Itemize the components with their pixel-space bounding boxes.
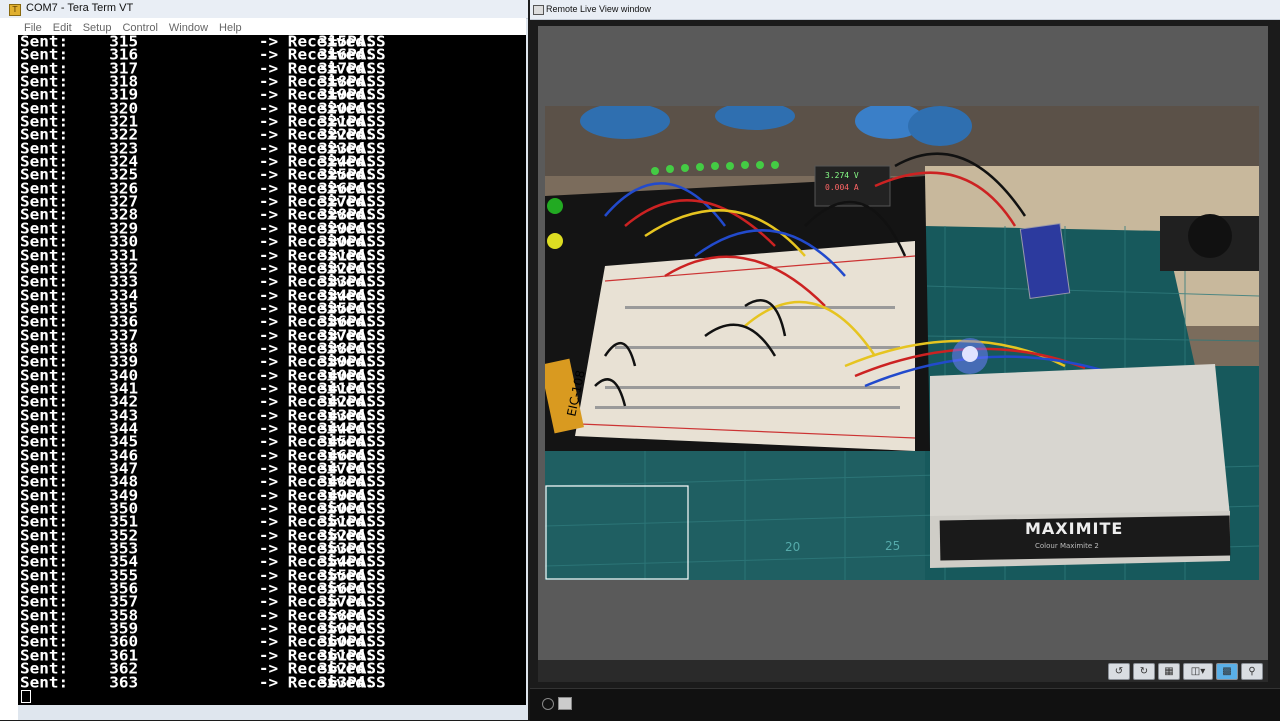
snapshot-icon[interactable]	[558, 697, 572, 710]
terminal-output[interactable]: Sent: 315 -> Received: 315 = PASS Sent: 3…	[18, 35, 526, 705]
view-icon[interactable]: ▩	[1216, 663, 1238, 680]
menu-setup[interactable]: Setup	[77, 20, 117, 34]
camera-photo: 20 25 EIC-108 3.274 V 0.004 A MAXIMITE C…	[545, 106, 1259, 580]
menu-file[interactable]: File	[18, 20, 47, 34]
voltmeter-current: 0.004 A	[825, 183, 859, 192]
case-subtitle: Colour Maximite 2	[1035, 542, 1099, 550]
live-camera-image: 20 25 EIC-108 3.274 V 0.004 A MAXIMITE C…	[545, 106, 1259, 580]
mat-number-right: 25	[885, 539, 900, 553]
terminal-line-field: = PASS	[327, 672, 386, 692]
layout-icon[interactable]: ◫▾	[1183, 663, 1213, 680]
title-bar[interactable]: T COM7 - Tera Term VT	[0, 0, 528, 19]
rotate-left-icon[interactable]: ↺	[1108, 663, 1130, 680]
live-view-window: Remote Live View window 20 25 EIC-108 3.…	[530, 0, 1280, 721]
status-bar	[530, 688, 1280, 721]
title-bar[interactable]: Remote Live View window	[530, 0, 1280, 20]
case-brand: MAXIMITE	[1025, 519, 1123, 538]
zoom-icon[interactable]: ⚲	[1241, 663, 1263, 680]
grid-icon[interactable]: ▦	[1158, 663, 1180, 680]
record-icon[interactable]	[542, 698, 554, 710]
menu-edit[interactable]: Edit	[47, 20, 77, 34]
mat-number-left: 20	[785, 540, 800, 554]
viewer-toolbar: ↺ ↻ ▦ ◫▾ ▩ ⚲	[538, 660, 1268, 682]
window-border	[0, 18, 18, 720]
window-title: COM7 - Tera Term VT	[26, 2, 134, 14]
app-icon: T	[9, 4, 21, 16]
terminal-cursor	[21, 690, 31, 703]
tera-term-window: T COM7 - Tera Term VT File Edit Setup Contr…	[0, 0, 528, 720]
menu-window[interactable]: Window	[163, 20, 213, 34]
menu-bar: File Edit Setup Control Window Help	[18, 18, 526, 35]
menu-help[interactable]: Help	[213, 20, 247, 34]
rotate-right-icon[interactable]: ↻	[1133, 663, 1155, 680]
terminal-line-field: -> Received:	[258, 672, 375, 692]
live-view-panel: 20 25 EIC-108 3.274 V 0.004 A MAXIMITE C…	[538, 26, 1268, 660]
voltmeter-voltage: 3.274 V	[825, 171, 859, 180]
terminal-lines: Sent: 315 -> Received: 315 = PASS Sent: 3…	[20, 35, 386, 692]
terminal-line-field: Sent:	[20, 672, 69, 692]
camera-icon	[533, 5, 544, 15]
terminal-line-field: 363	[109, 672, 139, 692]
window-title: Remote Live View window	[546, 4, 651, 14]
menu-control[interactable]: Control	[116, 20, 162, 34]
terminal-line: Sent: 363 -> Received: 363 = PASS	[20, 672, 386, 692]
